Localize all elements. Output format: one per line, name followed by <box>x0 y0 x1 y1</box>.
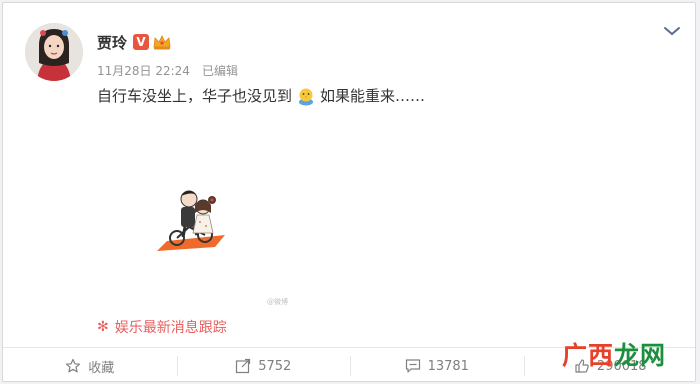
author-row: 贾玲 V <box>97 31 172 53</box>
chick-emoji-icon <box>299 88 314 105</box>
site-watermark: 广西 龙网 <box>562 336 666 372</box>
post-timestamp[interactable]: 11月28日 22:24 <box>97 64 190 78</box>
weibo-post-card: 贾玲 V 11月28日 22:24 已编辑 自行车没坐上，华子也没见到 如果能重来… <box>2 2 696 382</box>
author-name[interactable]: 贾玲 <box>97 32 127 53</box>
image-watermark: @微博 <box>267 298 288 306</box>
comment-count: 13781 <box>427 358 469 374</box>
comment-button[interactable]: 13781 <box>350 348 524 381</box>
favorite-label: 收藏 <box>88 360 115 376</box>
post-text-part-2: 如果能重来…… <box>320 87 426 105</box>
topic-label: 娱乐最新消息跟踪 <box>114 320 227 336</box>
comment-icon <box>405 359 420 373</box>
favorite-button[interactable]: 收藏 <box>3 348 177 381</box>
post-image[interactable] <box>97 123 287 308</box>
edited-label: 已编辑 <box>201 64 238 78</box>
post-meta: 11月28日 22:24 已编辑 <box>97 62 238 79</box>
repost-count: 5752 <box>258 358 292 374</box>
site-watermark-green: 龙网 <box>614 341 667 370</box>
crown-icon <box>153 35 171 50</box>
verified-badge-icon: V <box>133 34 150 50</box>
avatar[interactable] <box>25 23 83 81</box>
star-icon <box>66 358 81 373</box>
site-watermark-red: 广西 <box>562 341 615 370</box>
flower-icon: ✻ <box>97 319 109 335</box>
post-text-part-1: 自行车没坐上，华子也没见到 <box>97 87 293 105</box>
chevron-down-icon[interactable] <box>663 25 681 37</box>
post-text: 自行车没坐上，华子也没见到 如果能重来…… <box>97 85 425 106</box>
repost-icon <box>236 358 251 374</box>
repost-button[interactable]: 5752 <box>176 348 351 381</box>
topic-link[interactable]: ✻ 娱乐最新消息跟踪 <box>97 317 227 337</box>
